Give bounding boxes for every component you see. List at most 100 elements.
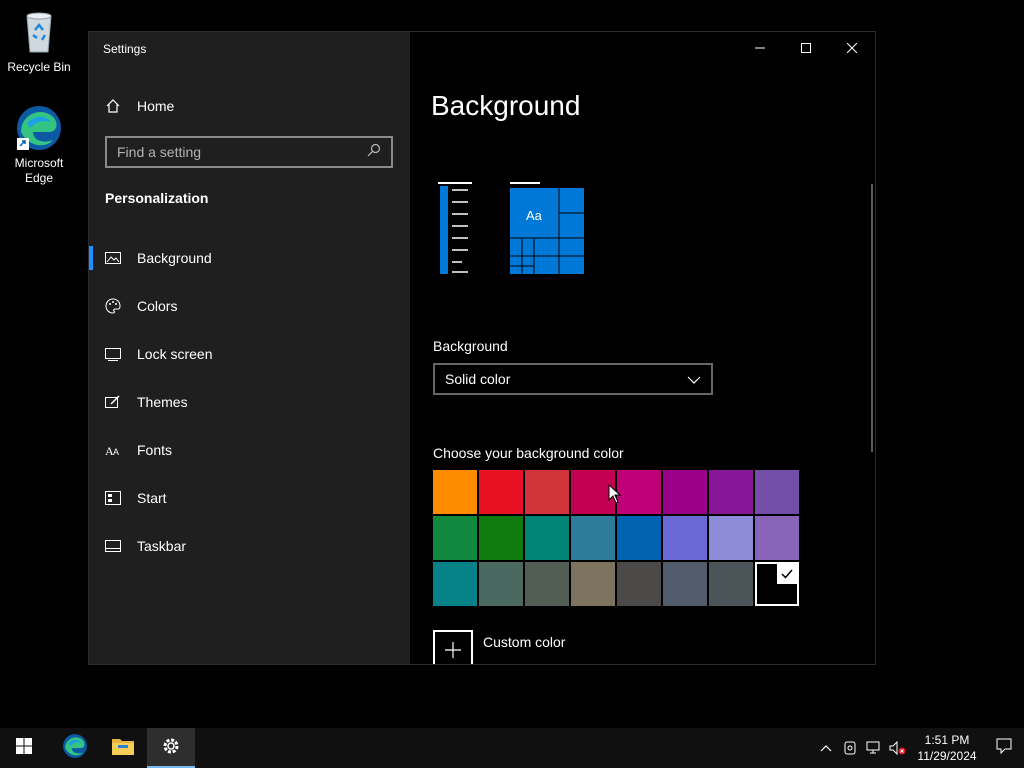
caption-buttons	[737, 32, 875, 64]
edge-icon	[15, 104, 63, 152]
color-swatch[interactable]	[663, 516, 707, 560]
color-swatch[interactable]	[433, 562, 477, 606]
nav-home[interactable]: Home	[105, 94, 174, 118]
background-dropdown[interactable]: Solid color	[433, 363, 713, 395]
color-swatch[interactable]	[479, 516, 523, 560]
nav-list: Background Colors Lock screen Themes A A…	[89, 234, 410, 570]
background-label: Background	[433, 338, 508, 354]
start-button[interactable]	[0, 728, 48, 768]
page-title: Background	[431, 90, 581, 121]
taskbar-edge-button[interactable]	[51, 728, 99, 768]
color-swatch[interactable]	[571, 516, 615, 560]
themes-icon	[105, 394, 121, 410]
mouse-cursor-icon	[608, 483, 622, 504]
search-box[interactable]	[105, 136, 393, 168]
nav-item-start[interactable]: Start	[89, 474, 410, 522]
plus-icon	[433, 630, 473, 664]
clock-date: 11/29/2024	[917, 749, 977, 763]
nav-item-background[interactable]: Background	[89, 234, 410, 282]
checkmark-icon	[777, 564, 797, 584]
windows-logo-icon	[16, 737, 32, 759]
nav-item-label: Fonts	[137, 442, 173, 458]
color-swatch[interactable]	[709, 562, 753, 606]
minimize-button[interactable]	[737, 32, 783, 64]
desktop-icon-label: Recycle Bin	[7, 60, 71, 74]
settings-window: Settings Home Personalization Background	[88, 31, 876, 665]
color-swatch[interactable]	[709, 470, 753, 514]
section-title: Personalization	[105, 190, 209, 206]
desktop-icon-label: Microsoft Edge	[14, 156, 64, 185]
nav-home-label: Home	[137, 98, 175, 114]
color-swatch[interactable]	[663, 470, 707, 514]
color-swatch[interactable]	[709, 516, 753, 560]
color-swatch[interactable]	[525, 516, 569, 560]
fonts-icon: AA	[105, 442, 121, 458]
nav-item-colors[interactable]: Colors	[89, 282, 410, 330]
chevron-up-icon[interactable]	[814, 728, 838, 768]
color-swatch[interactable]	[479, 470, 523, 514]
clock-time: 1:51 PM	[924, 733, 970, 747]
nav-item-label: Start	[137, 490, 167, 506]
notification-button[interactable]	[984, 728, 1024, 768]
taskbar: 1:51 PM 11/29/2024	[0, 728, 1024, 768]
recycle-bin-icon	[15, 8, 63, 56]
nav-item-label: Colors	[137, 298, 178, 314]
meet-now-icon[interactable]	[838, 728, 862, 768]
taskbar-settings-button[interactable]	[147, 728, 195, 768]
taskbar-icon	[105, 538, 121, 554]
search-input[interactable]	[117, 144, 367, 160]
folder-icon	[111, 736, 135, 761]
maximize-button[interactable]	[783, 32, 829, 64]
custom-color-label: Custom color	[483, 634, 566, 650]
desktop-icon-edge[interactable]: Microsoft Edge	[1, 104, 77, 186]
svg-text:A: A	[113, 447, 119, 457]
color-swatch[interactable]	[433, 516, 477, 560]
window-title: Settings	[103, 42, 147, 56]
chevron-down-icon	[687, 371, 701, 387]
gear-icon	[161, 736, 181, 761]
color-swatch[interactable]	[525, 562, 569, 606]
choose-color-label: Choose your background color	[433, 445, 624, 461]
nav-item-label: Themes	[137, 394, 188, 410]
picture-icon	[105, 250, 121, 266]
taskbar-file-explorer-button[interactable]	[99, 728, 147, 768]
notification-icon	[996, 738, 1012, 759]
color-swatch[interactable]	[755, 516, 799, 560]
edge-icon	[62, 733, 88, 764]
custom-color-button[interactable]: Custom color	[433, 630, 565, 664]
settings-main: Background Aa Background Solid color Cho…	[410, 32, 875, 664]
color-swatch[interactable]	[433, 470, 477, 514]
lock-screen-icon	[105, 346, 121, 362]
taskbar-clock[interactable]: 1:51 PM 11/29/2024	[910, 732, 984, 764]
home-icon	[105, 98, 121, 114]
start-icon	[105, 490, 121, 506]
close-button[interactable]	[829, 32, 875, 64]
scrollbar[interactable]	[871, 184, 873, 452]
color-swatch[interactable]	[479, 562, 523, 606]
search-icon[interactable]	[367, 143, 381, 162]
background-preview: Aa	[438, 182, 588, 278]
nav-item-label: Lock screen	[137, 346, 213, 362]
color-swatch[interactable]	[617, 516, 661, 560]
color-swatch[interactable]	[755, 562, 799, 606]
nav-item-taskbar[interactable]: Taskbar	[89, 522, 410, 570]
nav-item-fonts[interactable]: AA Fonts	[89, 426, 410, 474]
color-swatch[interactable]	[617, 470, 661, 514]
color-swatch[interactable]	[571, 562, 615, 606]
nav-item-label: Taskbar	[137, 538, 187, 554]
color-swatch[interactable]	[755, 470, 799, 514]
nav-item-lock-screen[interactable]: Lock screen	[89, 330, 410, 378]
desktop-icon-recycle-bin[interactable]: Recycle Bin	[1, 8, 77, 75]
nav-item-label: Background	[137, 250, 212, 266]
color-swatch[interactable]	[617, 562, 661, 606]
system-tray: 1:51 PM 11/29/2024	[814, 728, 1024, 768]
background-dropdown-value: Solid color	[445, 371, 511, 387]
color-swatch[interactable]	[525, 470, 569, 514]
preview-text: Aa	[526, 208, 542, 223]
palette-icon	[105, 298, 121, 314]
volume-muted-icon[interactable]	[886, 728, 910, 768]
network-icon[interactable]	[862, 728, 886, 768]
nav-item-themes[interactable]: Themes	[89, 378, 410, 426]
color-swatch[interactable]	[663, 562, 707, 606]
settings-sidebar: Settings Home Personalization Background	[89, 32, 410, 664]
